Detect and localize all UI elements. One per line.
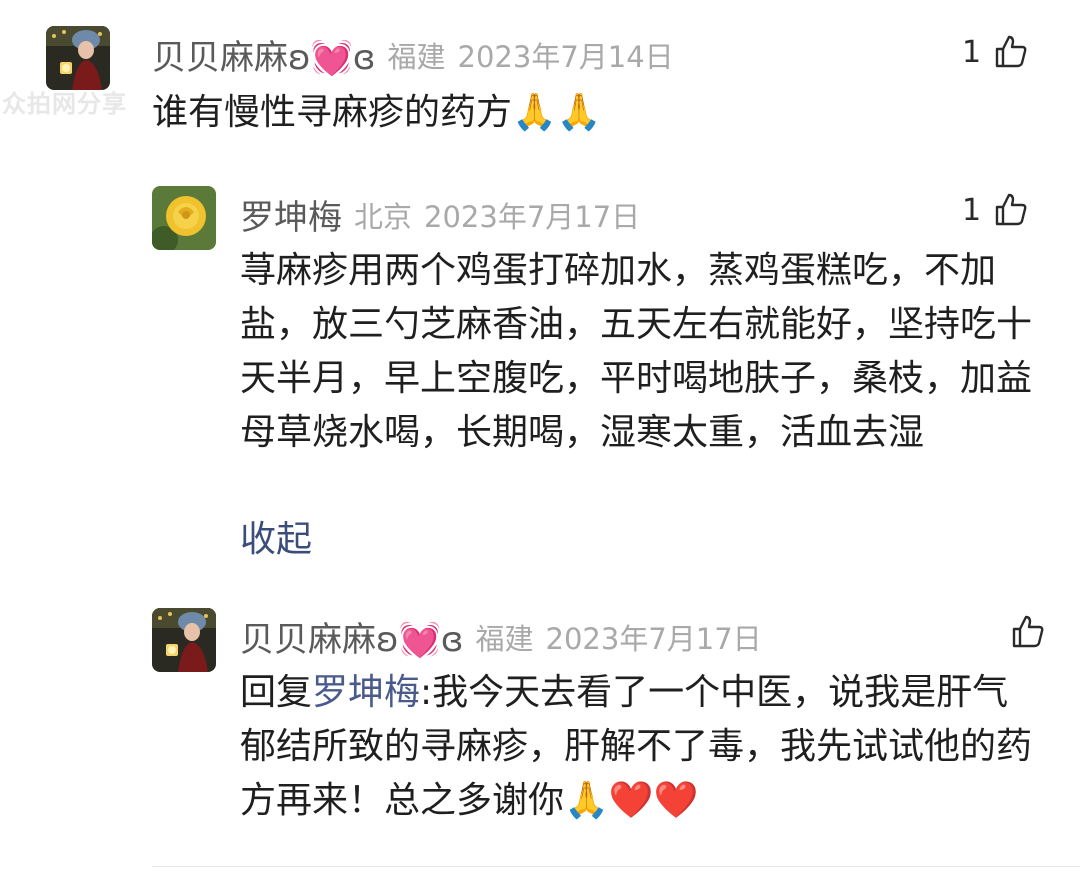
reply-prefix: 回复 <box>240 672 313 713</box>
like-button[interactable] <box>998 614 1046 650</box>
author-name[interactable]: 贝贝麻麻ʚ💓ɞ <box>152 30 376 79</box>
comment-text: 荨麻疹用两个鸡蛋打碎加水，蒸鸡蛋糕吃，不加盐，放三勺芝麻香油，五天左右就能好，坚… <box>240 250 1033 453</box>
author-name[interactable]: 贝贝麻麻ʚ💓ɞ <box>240 612 464 661</box>
avatar-woman-headdress[interactable] <box>152 608 216 672</box>
divider <box>152 866 1080 867</box>
avatar-yellow-rose[interactable] <box>152 186 216 250</box>
comment-text: 谁有慢性寻麻疹的药方🙏🙏 <box>152 92 602 133</box>
comment-date: 2023年7月17日 <box>424 199 641 234</box>
like-button[interactable]: 1 <box>962 192 1029 228</box>
author-name[interactable]: 罗坤梅 <box>240 190 342 239</box>
comment-date: 2023年7月17日 <box>545 621 762 656</box>
like-count: 1 <box>962 192 982 228</box>
thumbs-up-icon <box>1012 615 1044 648</box>
comment-date: 2023年7月14日 <box>457 39 674 74</box>
comment-meta: 罗坤梅 北京 2023年7月17日 <box>240 190 640 239</box>
comment-thread: 众拍网分享 贝贝麻麻ʚ💓ɞ 福建 2023年7月14日 1 谁有慢性寻麻疹的药方… <box>0 0 1080 878</box>
location-label: 福建 <box>475 621 534 656</box>
like-button[interactable]: 1 <box>962 34 1029 70</box>
avatar-woman-headdress[interactable] <box>46 26 110 90</box>
comment-text: 回复罗坤梅:我今天去看了一个中医，说我是肝气郁结所致的寻麻疹，肝解不了毒，我先试… <box>240 666 1040 828</box>
location-label: 北京 <box>354 199 413 234</box>
collapse-link[interactable]: 收起 <box>240 510 312 562</box>
mention-link[interactable]: 罗坤梅 <box>312 672 420 713</box>
comment-meta: 贝贝麻麻ʚ💓ɞ 福建 2023年7月14日 <box>152 30 674 79</box>
thumbs-up-icon <box>995 35 1027 68</box>
thumbs-up-icon <box>995 193 1027 226</box>
like-count: 1 <box>962 34 982 70</box>
comment-meta: 贝贝麻麻ʚ💓ɞ 福建 2023年7月17日 <box>240 612 762 661</box>
location-label: 福建 <box>387 39 446 74</box>
